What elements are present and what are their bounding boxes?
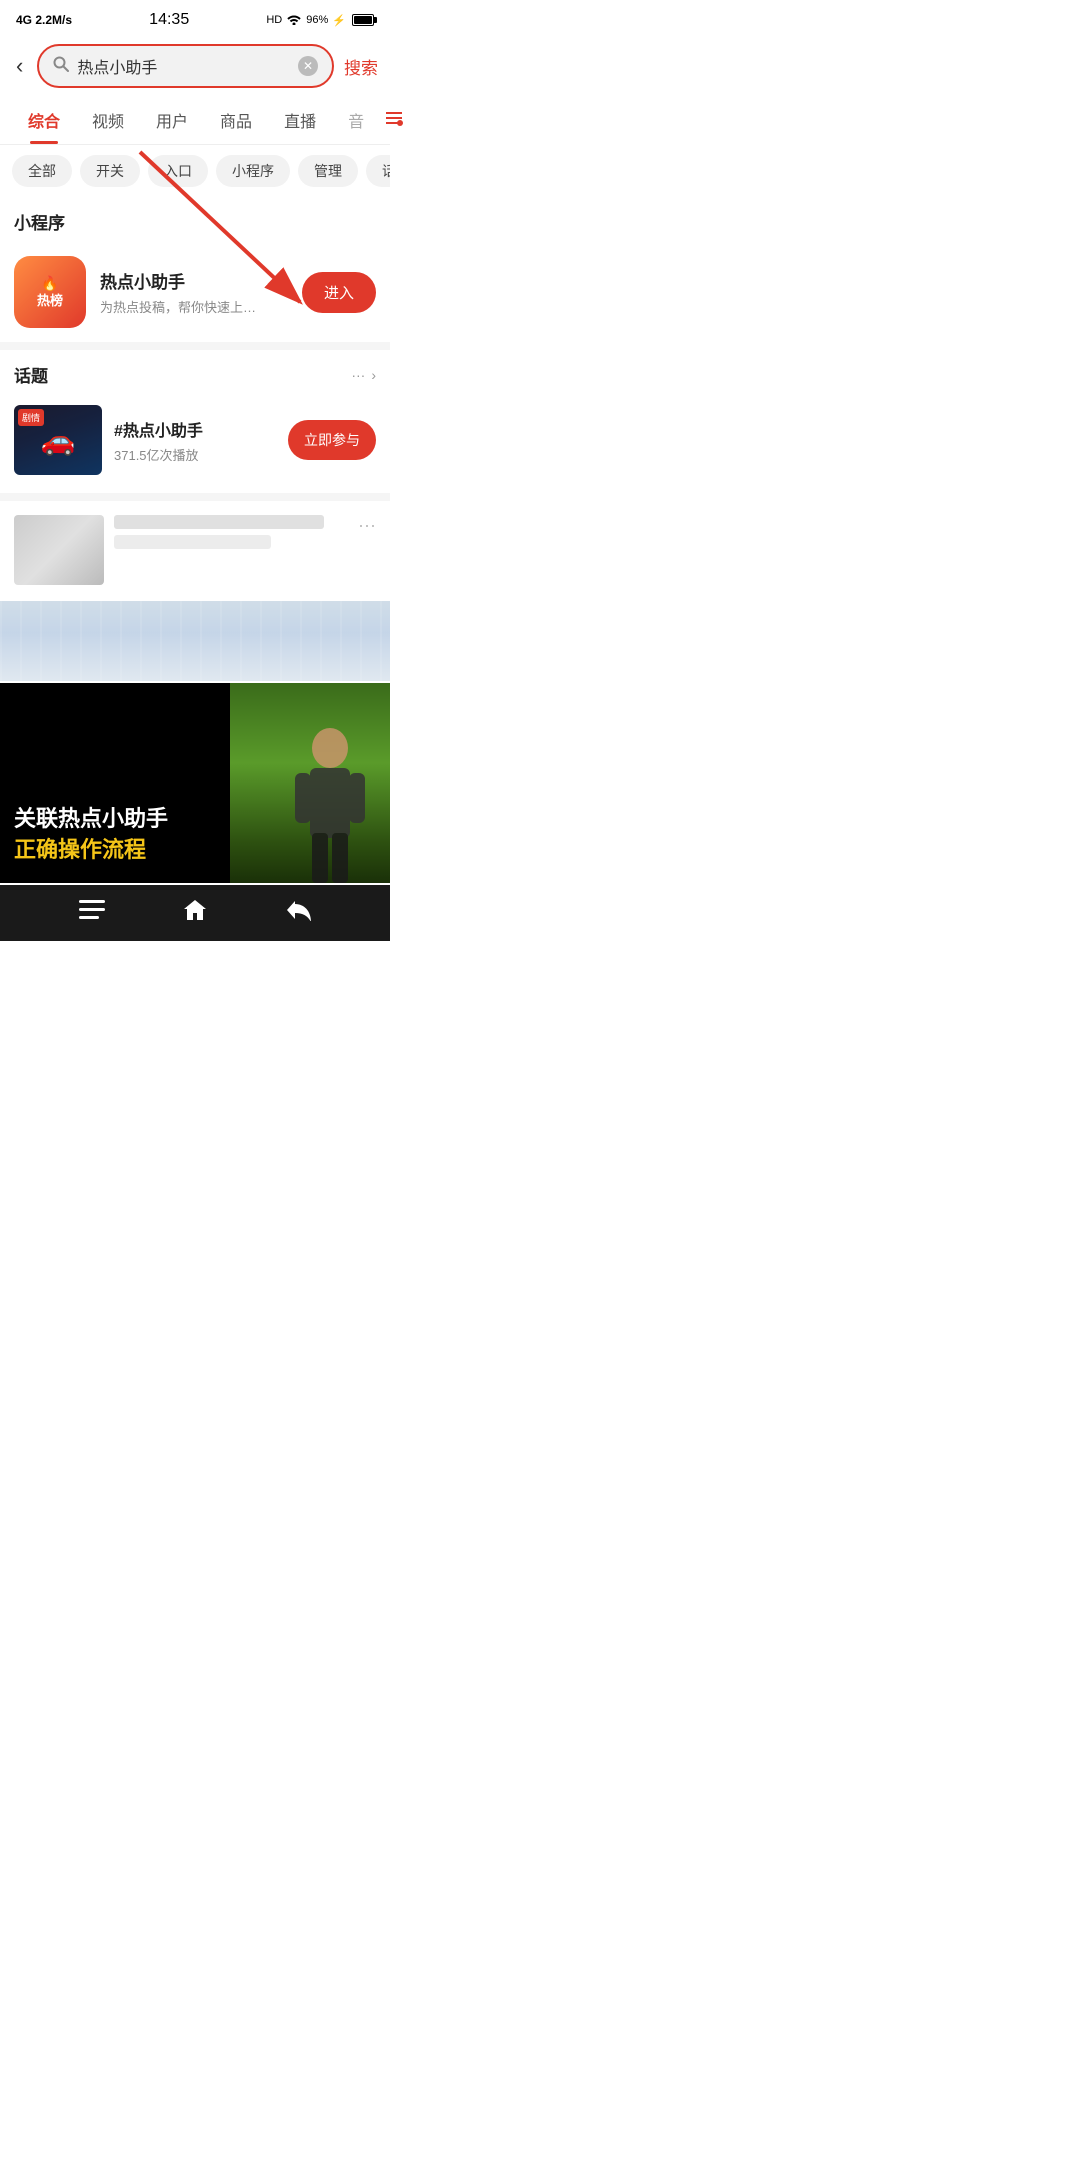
mini-app-card: 🔥热榜 热点小助手 为热点投稿，帮你快速上… 进入 [0, 242, 390, 342]
status-time: 14:35 [149, 11, 189, 29]
status-right: HD 96% ⚡ [266, 13, 374, 28]
video-card: 关联热点小助手 正确操作流程 [0, 683, 390, 883]
page: 4G 2.2M/s 14:35 HD 96% ⚡ ‹ [0, 0, 390, 941]
topic-more-button[interactable]: ··· › [351, 367, 376, 383]
search-bar: ‹ 热点小助手 ✕ 搜索 [0, 36, 390, 96]
wifi-icon [286, 13, 302, 28]
chip-topic[interactable]: 话题 [366, 155, 390, 187]
chip-entry[interactable]: 入口 [148, 155, 208, 187]
blurred-overlay [0, 601, 390, 681]
chip-all[interactable]: 全部 [12, 155, 72, 187]
home-nav-button[interactable] [182, 897, 208, 929]
tab-live[interactable]: 直播 [268, 96, 332, 144]
chip-manage[interactable]: 管理 [298, 155, 358, 187]
blurred-content-card-2 [0, 601, 390, 681]
topic-section-title: 话题 [14, 362, 351, 387]
card-more-dots[interactable]: ··· [358, 515, 376, 536]
search-input-wrap[interactable]: 热点小助手 ✕ [37, 44, 334, 88]
topic-name: #热点小助手 [114, 417, 276, 441]
filter-icon[interactable] [380, 101, 408, 140]
mini-app-section: 小程序 🔥热榜 热点小助手 为热点投稿，帮你快速上… 进入 [0, 197, 390, 342]
menu-nav-button[interactable] [79, 900, 105, 926]
battery-icon [352, 14, 374, 26]
blurred-content-card-1: ··· [0, 501, 390, 599]
search-icon [53, 56, 69, 77]
divider-2 [0, 493, 390, 501]
more-dots: ··· [351, 367, 365, 383]
clear-button[interactable]: ✕ [298, 56, 318, 76]
back-nav-button[interactable] [285, 899, 311, 927]
mini-app-icon: 🔥热榜 [14, 256, 86, 328]
signal-text: 4G 2.2M/s [16, 13, 72, 27]
mini-app-icon-text: 🔥热榜 [37, 275, 63, 309]
chip-miniapp[interactable]: 小程序 [216, 155, 290, 187]
topic-stats: 371.5亿次播放 [114, 445, 276, 464]
video-title-line1: 关联热点小助手 [14, 806, 376, 832]
filter-chips-row: 全部 开关 入口 小程序 管理 话题 [0, 145, 390, 197]
lightning-icon: ⚡ [332, 14, 346, 27]
chip-switch[interactable]: 开关 [80, 155, 140, 187]
bottom-nav [0, 885, 390, 941]
mini-app-name: 热点小助手 [100, 268, 288, 293]
participate-button[interactable]: 立即参与 [288, 420, 376, 460]
status-left: 4G 2.2M/s [16, 13, 72, 27]
video-title-line2: 正确操作流程 [14, 837, 376, 863]
video-text-overlay: 关联热点小助手 正确操作流程 [0, 790, 390, 883]
topic-thumbnail: 🚗 剧情 [14, 405, 102, 475]
tabs-row: 综合 视频 用户 商品 直播 音 [0, 96, 390, 145]
tab-user[interactable]: 用户 [140, 96, 204, 144]
topic-header: 话题 ··· › [0, 350, 390, 395]
tab-video[interactable]: 视频 [76, 96, 140, 144]
topic-info: #热点小助手 371.5亿次播放 [114, 417, 276, 464]
tab-audio[interactable]: 音 [332, 96, 380, 144]
topic-badge: 剧情 [18, 409, 44, 426]
tab-comprehensive[interactable]: 综合 [12, 96, 76, 144]
mini-app-section-title: 小程序 [0, 197, 390, 242]
blurred-line-1 [114, 515, 324, 529]
enter-button[interactable]: 进入 [302, 272, 376, 313]
mini-app-desc: 为热点投稿，帮你快速上… [100, 297, 288, 316]
blurred-content-1 [114, 515, 376, 555]
blurred-thumb-1 [14, 515, 104, 585]
topic-thumb-icon: 🚗 [41, 424, 76, 457]
search-button[interactable]: 搜索 [344, 54, 378, 79]
topic-section: 话题 ··· › 🚗 剧情 #热点小助手 371.5亿次播放 立即参与 [0, 350, 390, 493]
status-hd: HD [266, 14, 282, 26]
battery-percent: 96% [306, 14, 328, 26]
blurred-line-2 [114, 535, 271, 549]
chevron-right-icon: › [371, 367, 376, 383]
status-bar: 4G 2.2M/s 14:35 HD 96% ⚡ [0, 0, 390, 36]
search-text: 热点小助手 [77, 54, 290, 78]
back-button[interactable]: ‹ [12, 49, 27, 83]
video-thumbnail: 关联热点小助手 正确操作流程 [0, 683, 390, 883]
topic-card: 🚗 剧情 #热点小助手 371.5亿次播放 立即参与 [0, 395, 390, 493]
divider-1 [0, 342, 390, 350]
tab-goods[interactable]: 商品 [204, 96, 268, 144]
mini-app-info: 热点小助手 为热点投稿，帮你快速上… [100, 268, 288, 316]
